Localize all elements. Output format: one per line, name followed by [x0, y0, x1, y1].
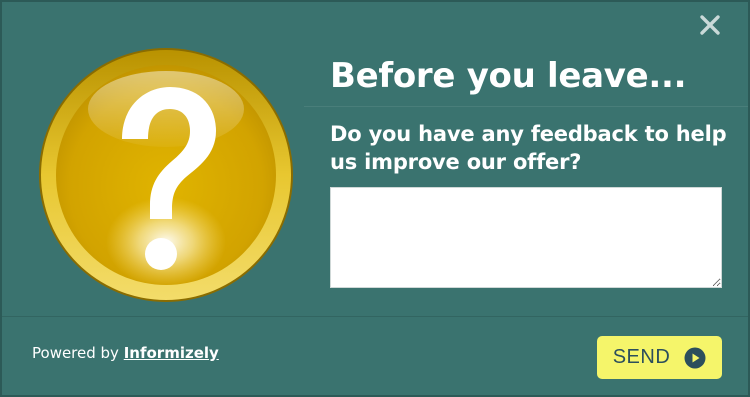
powered-by-prefix: Powered by: [32, 344, 124, 362]
title-divider: [304, 106, 748, 107]
informizely-link[interactable]: Informizely: [124, 344, 219, 362]
close-icon: [700, 15, 720, 35]
question-text: Do you have any feedback to help us impr…: [330, 122, 727, 174]
send-label: SEND: [612, 346, 671, 368]
close-button[interactable]: [696, 11, 724, 39]
footer-divider: [2, 316, 748, 317]
send-button[interactable]: SEND: [597, 336, 722, 379]
powered-by-text: Powered by Informizely: [32, 344, 219, 362]
play-circle-icon: [684, 347, 706, 369]
popup-title: Before you leave...: [330, 56, 687, 96]
question-mark-icon: [39, 48, 293, 302]
question-mark-illustration: [38, 47, 294, 303]
feedback-popup: Before you leave... Do you have any feed…: [0, 0, 750, 397]
feedback-textarea[interactable]: [330, 187, 722, 288]
